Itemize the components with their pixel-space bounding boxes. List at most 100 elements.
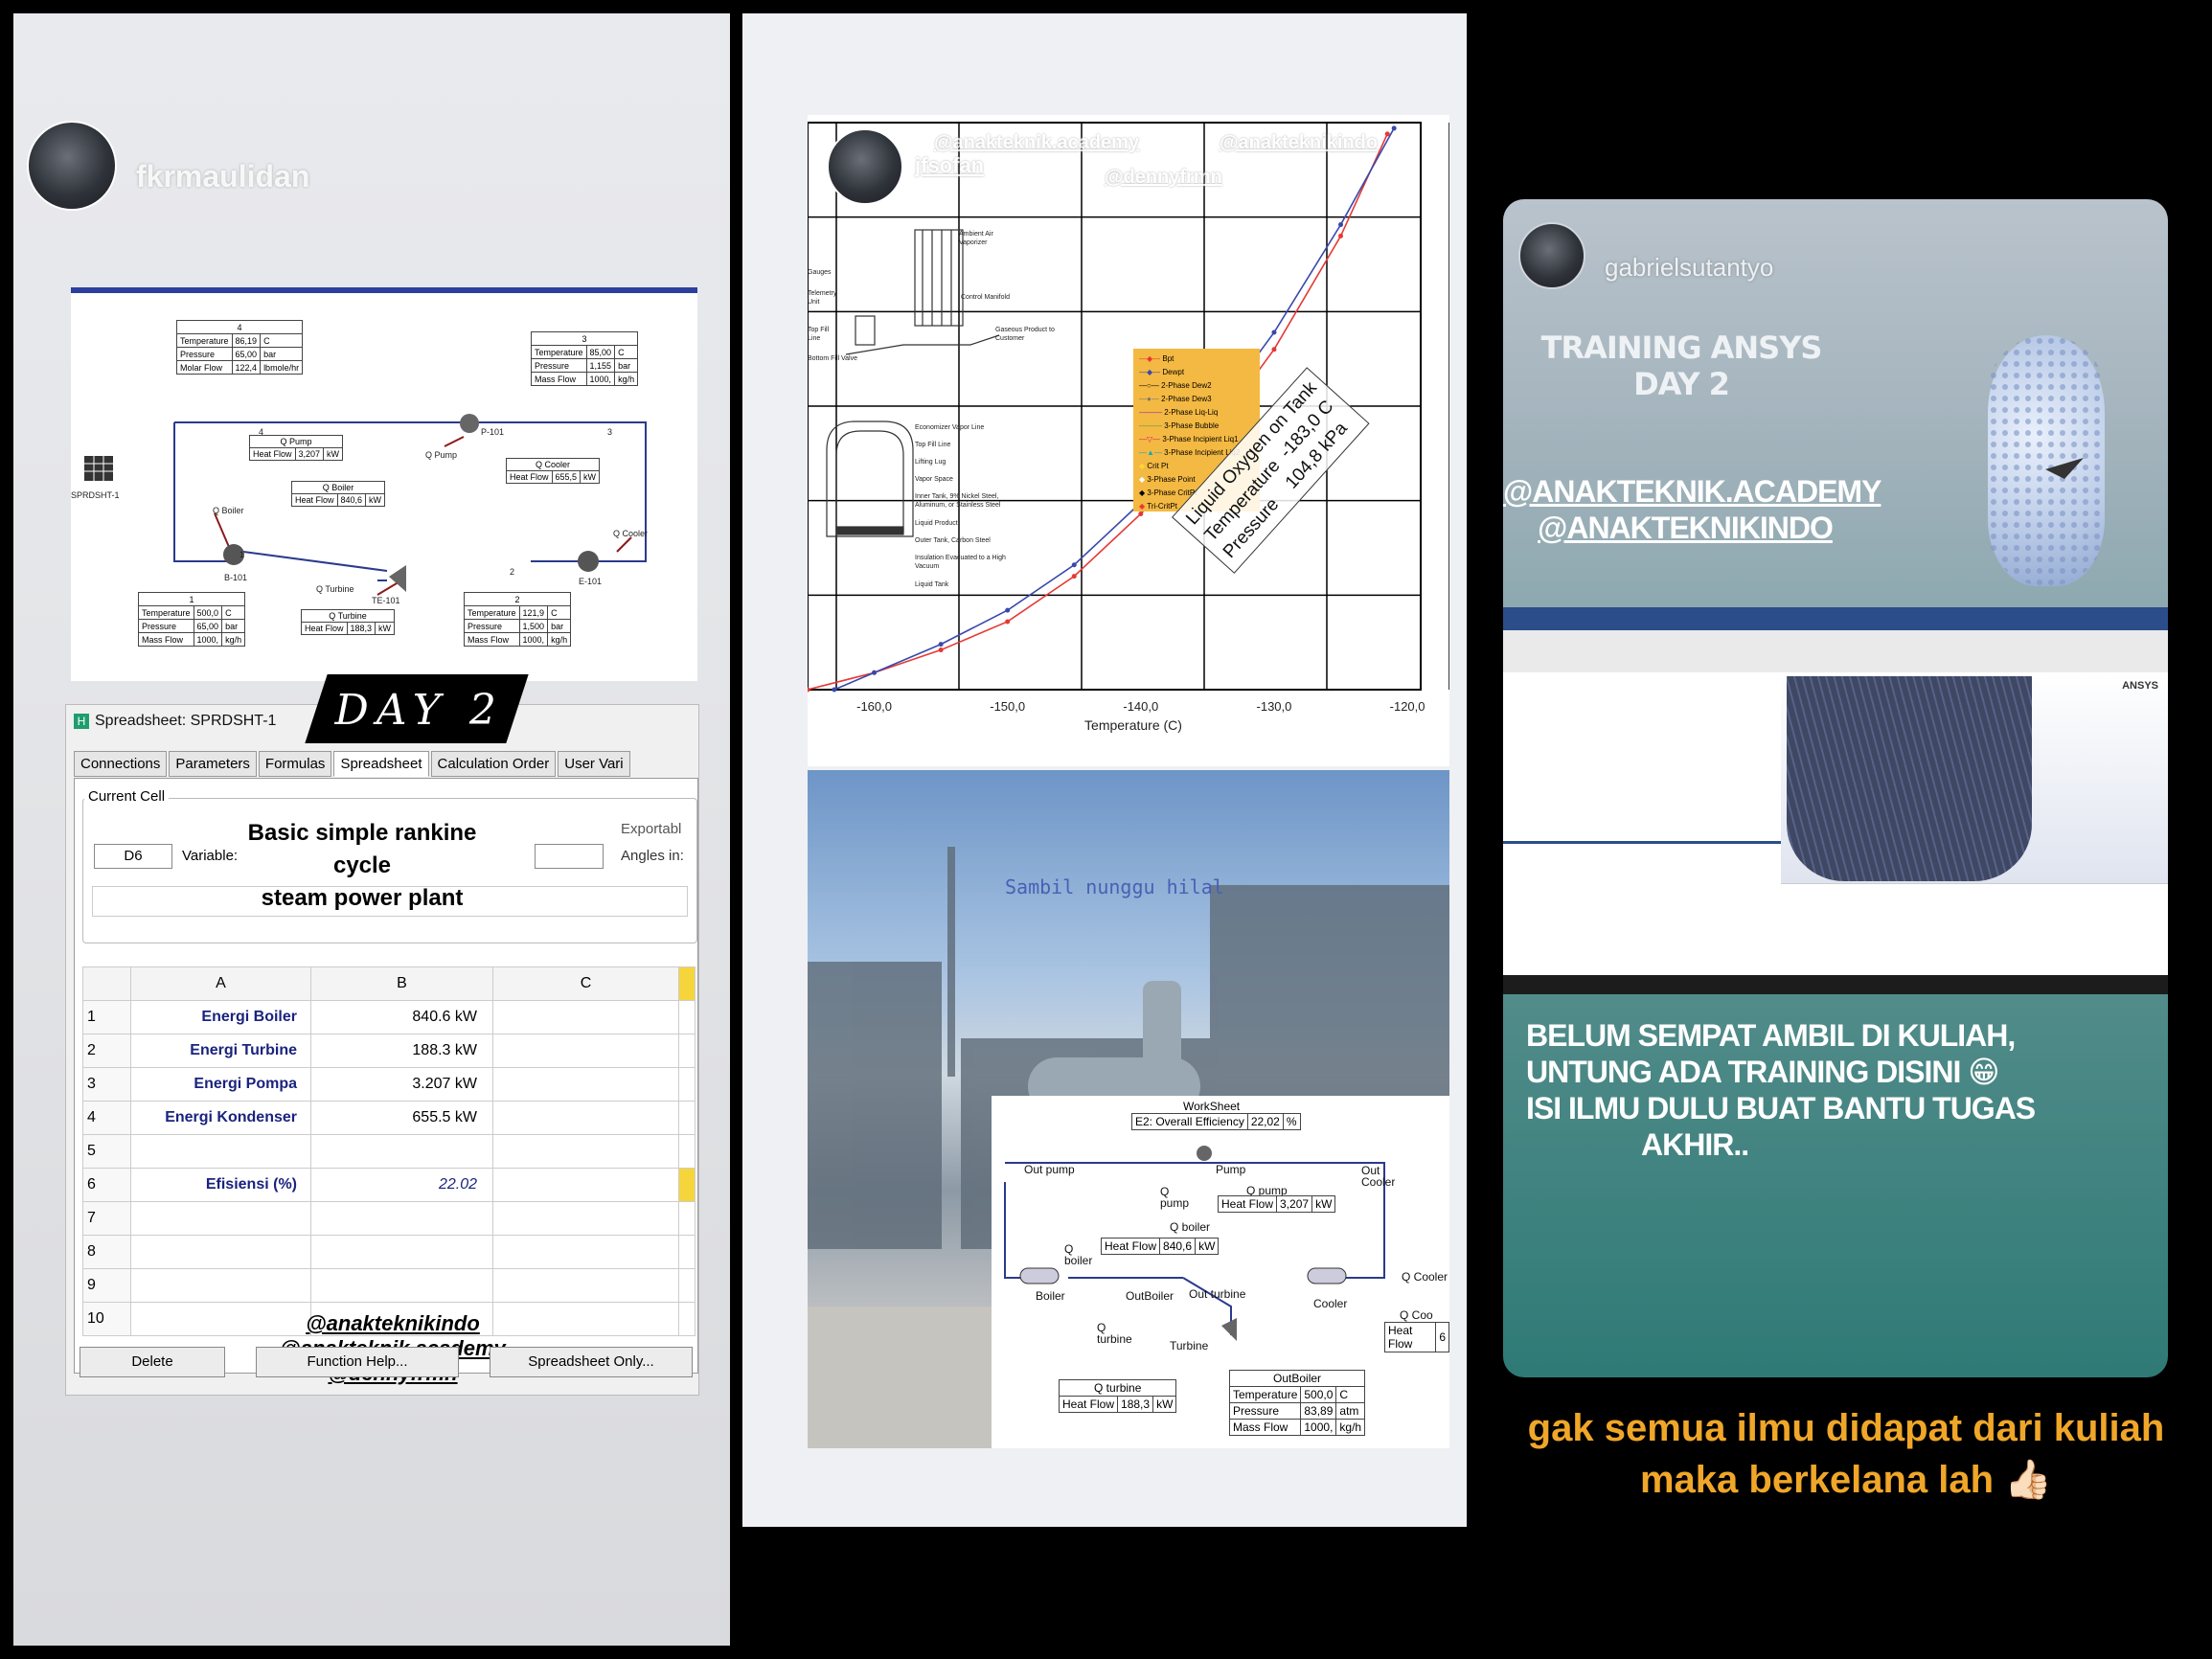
stream-2-table[interactable]: 2 Temperature 121,9 C Pressure 1,500 bar Mas… [463, 592, 572, 647]
story-panel-1: fkrmaulidan 4 Temperature 86,19 C Pressu… [13, 13, 730, 1646]
table-row: 2 Energi Turbine 188.3 kW [82, 1034, 696, 1068]
avatar[interactable] [827, 128, 903, 205]
stream-3-label: 3 [607, 427, 613, 437]
stream-4-table[interactable]: 4 Temperature 86,19 C Pressure 65,00 bar Mol… [175, 320, 304, 375]
spreadsheet-icon[interactable] [84, 456, 113, 481]
pump-icon[interactable] [460, 414, 479, 433]
story-caption: gak semua ilmu didapat dari kuliah maka … [1527, 1407, 2165, 1501]
col-header-d[interactable] [678, 966, 696, 1001]
x-axis-label: Temperature (C) [1084, 717, 1182, 733]
q-cooler-box[interactable]: Q Cooler Heat Flow 655,5 kW [505, 458, 601, 484]
x-tick-label: -160,0 [856, 699, 892, 714]
ansys-logo: ANSYS [2122, 680, 2158, 692]
delete-button[interactable]: Delete [80, 1347, 225, 1377]
handle-2[interactable]: @anakteknikindo [1220, 132, 1378, 154]
data-point [1338, 222, 1344, 228]
mesh-pattern [1988, 335, 2105, 586]
table-row: 1 Energi Boiler 840.6 kW [82, 1000, 696, 1034]
q-boiler-box[interactable]: Q Boiler Heat Flow 840,6 kW [290, 481, 386, 507]
cooler-label: E-101 [579, 577, 603, 586]
angles-label: Angles in: [621, 848, 684, 864]
corner-cell [82, 966, 131, 1001]
training-title: TRAINING ANSYS DAY 2 [1540, 330, 1823, 402]
pump-label: P-101 [481, 427, 505, 437]
ansys-titlebar [1503, 607, 2168, 630]
phase-envelope-chart: -160,0 -150,0 -140,0 -130,0 -120,0 Temperatur… [805, 115, 1450, 766]
q-pump-box[interactable]: Q Pump Heat Flow 3,207 kW [248, 435, 344, 461]
q-turbine-box[interactable]: Q Turbine Heat Flow 188,3 kW [300, 609, 396, 635]
window-title: H Spreadsheet: SPRDSHT-1 [74, 713, 276, 730]
stream-2-label: 2 [510, 567, 515, 577]
data-point [1271, 347, 1277, 352]
tab-calculation-order[interactable]: Calculation Order [430, 751, 557, 777]
turbine-icon[interactable] [389, 565, 406, 592]
ws-q-turbine-box[interactable]: Q turbine Heat Flow 188,3 kW [1058, 1379, 1177, 1413]
legend-item: —○— 2-Phase Dew2 [1139, 381, 1212, 390]
legend-item: ——— 2-Phase Liq-Liq [1139, 408, 1219, 417]
ws-q-pump-box[interactable]: Heat Flow 3,207 kW [1217, 1195, 1336, 1213]
tab-spreadsheet[interactable]: Spreadsheet [333, 751, 429, 777]
day-badge: DAY 2 [305, 674, 529, 743]
taskbar[interactable] [1503, 975, 2168, 994]
table-row: 3 Energi Pompa 3.207 kW [82, 1067, 696, 1102]
qboiler-label: Q Boiler [213, 506, 244, 515]
table-row: 5 [82, 1134, 696, 1169]
story-panel-3: gabrielsutantyo TRAINING ANSYS DAY 2 @AN… [1480, 13, 2212, 1646]
col-header-c[interactable]: C [492, 966, 679, 1001]
geometry-viewport[interactable]: ANSYS [1781, 672, 2168, 883]
stream-4-label: 4 [259, 427, 264, 437]
details-panel[interactable] [1503, 841, 1781, 988]
spreadsheet-label: SPRDSHT-1 [71, 490, 120, 500]
tab-bar: Connections Parameters Formulas Spreadsh… [74, 751, 632, 777]
table-row: 8 [82, 1235, 696, 1269]
ws-outboiler-table[interactable]: OutBoiler Temperature 500,0 C Pressure 83,8… [1228, 1370, 1366, 1436]
refinery-photo: Sambil nunggu hilal WorkSheet E2: Overal… [808, 770, 1449, 1448]
data-point [1384, 131, 1390, 137]
tab-formulas[interactable]: Formulas [258, 751, 332, 777]
handle-1[interactable]: @anakteknik.academy [934, 132, 1139, 154]
outline-tree[interactable] [1503, 672, 1782, 841]
x-tick-label: -150,0 [990, 699, 1025, 714]
table-row: 4 Energi Kondenser 655.5 kW [82, 1101, 696, 1135]
headline-overlay: Basic simple rankine cycle steam power p… [247, 820, 477, 911]
x-tick-label: -140,0 [1123, 699, 1158, 714]
stream-1-table[interactable]: 1 Temperature 500,0 C Pressure 65,00 bar Mas… [137, 592, 246, 647]
mesh-model-image [1988, 335, 2105, 586]
col-header-a[interactable]: A [130, 966, 311, 1001]
spreadsheet-window: H Spreadsheet: SPRDSHT-1 Connections Para… [65, 704, 699, 1396]
ws-q-boiler-box[interactable]: Heat Flow 840,6 kW [1100, 1238, 1220, 1255]
boiler-label: B-101 [224, 573, 248, 582]
legend-item: ——— 3-Phase Bubble [1139, 421, 1220, 430]
spreadsheet-grid[interactable]: A B C 1 Energi Boiler 840.6 kW 2 Energi Tur… [82, 966, 696, 1336]
avatar[interactable] [27, 121, 117, 211]
spreadsheet-only-button[interactable]: Spreadsheet Only... [490, 1347, 693, 1377]
legend-item: —◆— Dewpt [1139, 368, 1185, 376]
stream-3-table[interactable]: 3 Temperature 85,00 C Pressure 1,155 bar Mas… [530, 331, 639, 386]
handles-overlay: @ANAKTEKNIK.ACADEMY @ANAKTEKNIKINDO [1503, 474, 1881, 545]
username[interactable]: gabrielsutantyo [1605, 253, 1773, 283]
turbine-label: TE-101 [372, 596, 400, 605]
messages-panel[interactable] [1781, 883, 2168, 986]
table-row: 6 Efisiensi (%) 22.02 [82, 1168, 696, 1202]
username[interactable]: jfsofan [915, 153, 984, 178]
overlay-caption: Sambil nunggu hilal [1005, 875, 1224, 898]
qpump-label: Q Pump [425, 450, 458, 460]
ws-q-cooler-box[interactable]: Heat Flow 6 [1383, 1322, 1449, 1352]
username[interactable]: fkrmaulidan [136, 159, 309, 194]
tab-user-variables[interactable]: User Vari [558, 751, 630, 777]
cell-reference-input[interactable]: D6 [94, 844, 172, 869]
tab-parameters[interactable]: Parameters [169, 751, 257, 777]
tab-connections[interactable]: Connections [74, 751, 168, 777]
story-message: BELUM SEMPAT AMBIL DI KULIAH, UNTUNG ADA… [1526, 1018, 2036, 1162]
data-point [1271, 330, 1277, 335]
story-panel-2: -160,0 -150,0 -140,0 -130,0 -120,0 Temperatur… [742, 13, 1467, 1527]
handle-3[interactable]: @dennyfrmn [1105, 167, 1222, 189]
function-help-button[interactable]: Function Help... [256, 1347, 459, 1377]
avatar[interactable] [1518, 222, 1585, 289]
col-header-b[interactable]: B [310, 966, 493, 1001]
process-flow-diagram: 4 Temperature 86,19 C Pressure 65,00 bar Mol… [71, 287, 697, 681]
variable-input[interactable] [535, 844, 604, 869]
ansys-ribbon[interactable] [1503, 630, 2168, 673]
cooler-icon[interactable] [578, 551, 599, 572]
table-row: 7 [82, 1201, 696, 1236]
